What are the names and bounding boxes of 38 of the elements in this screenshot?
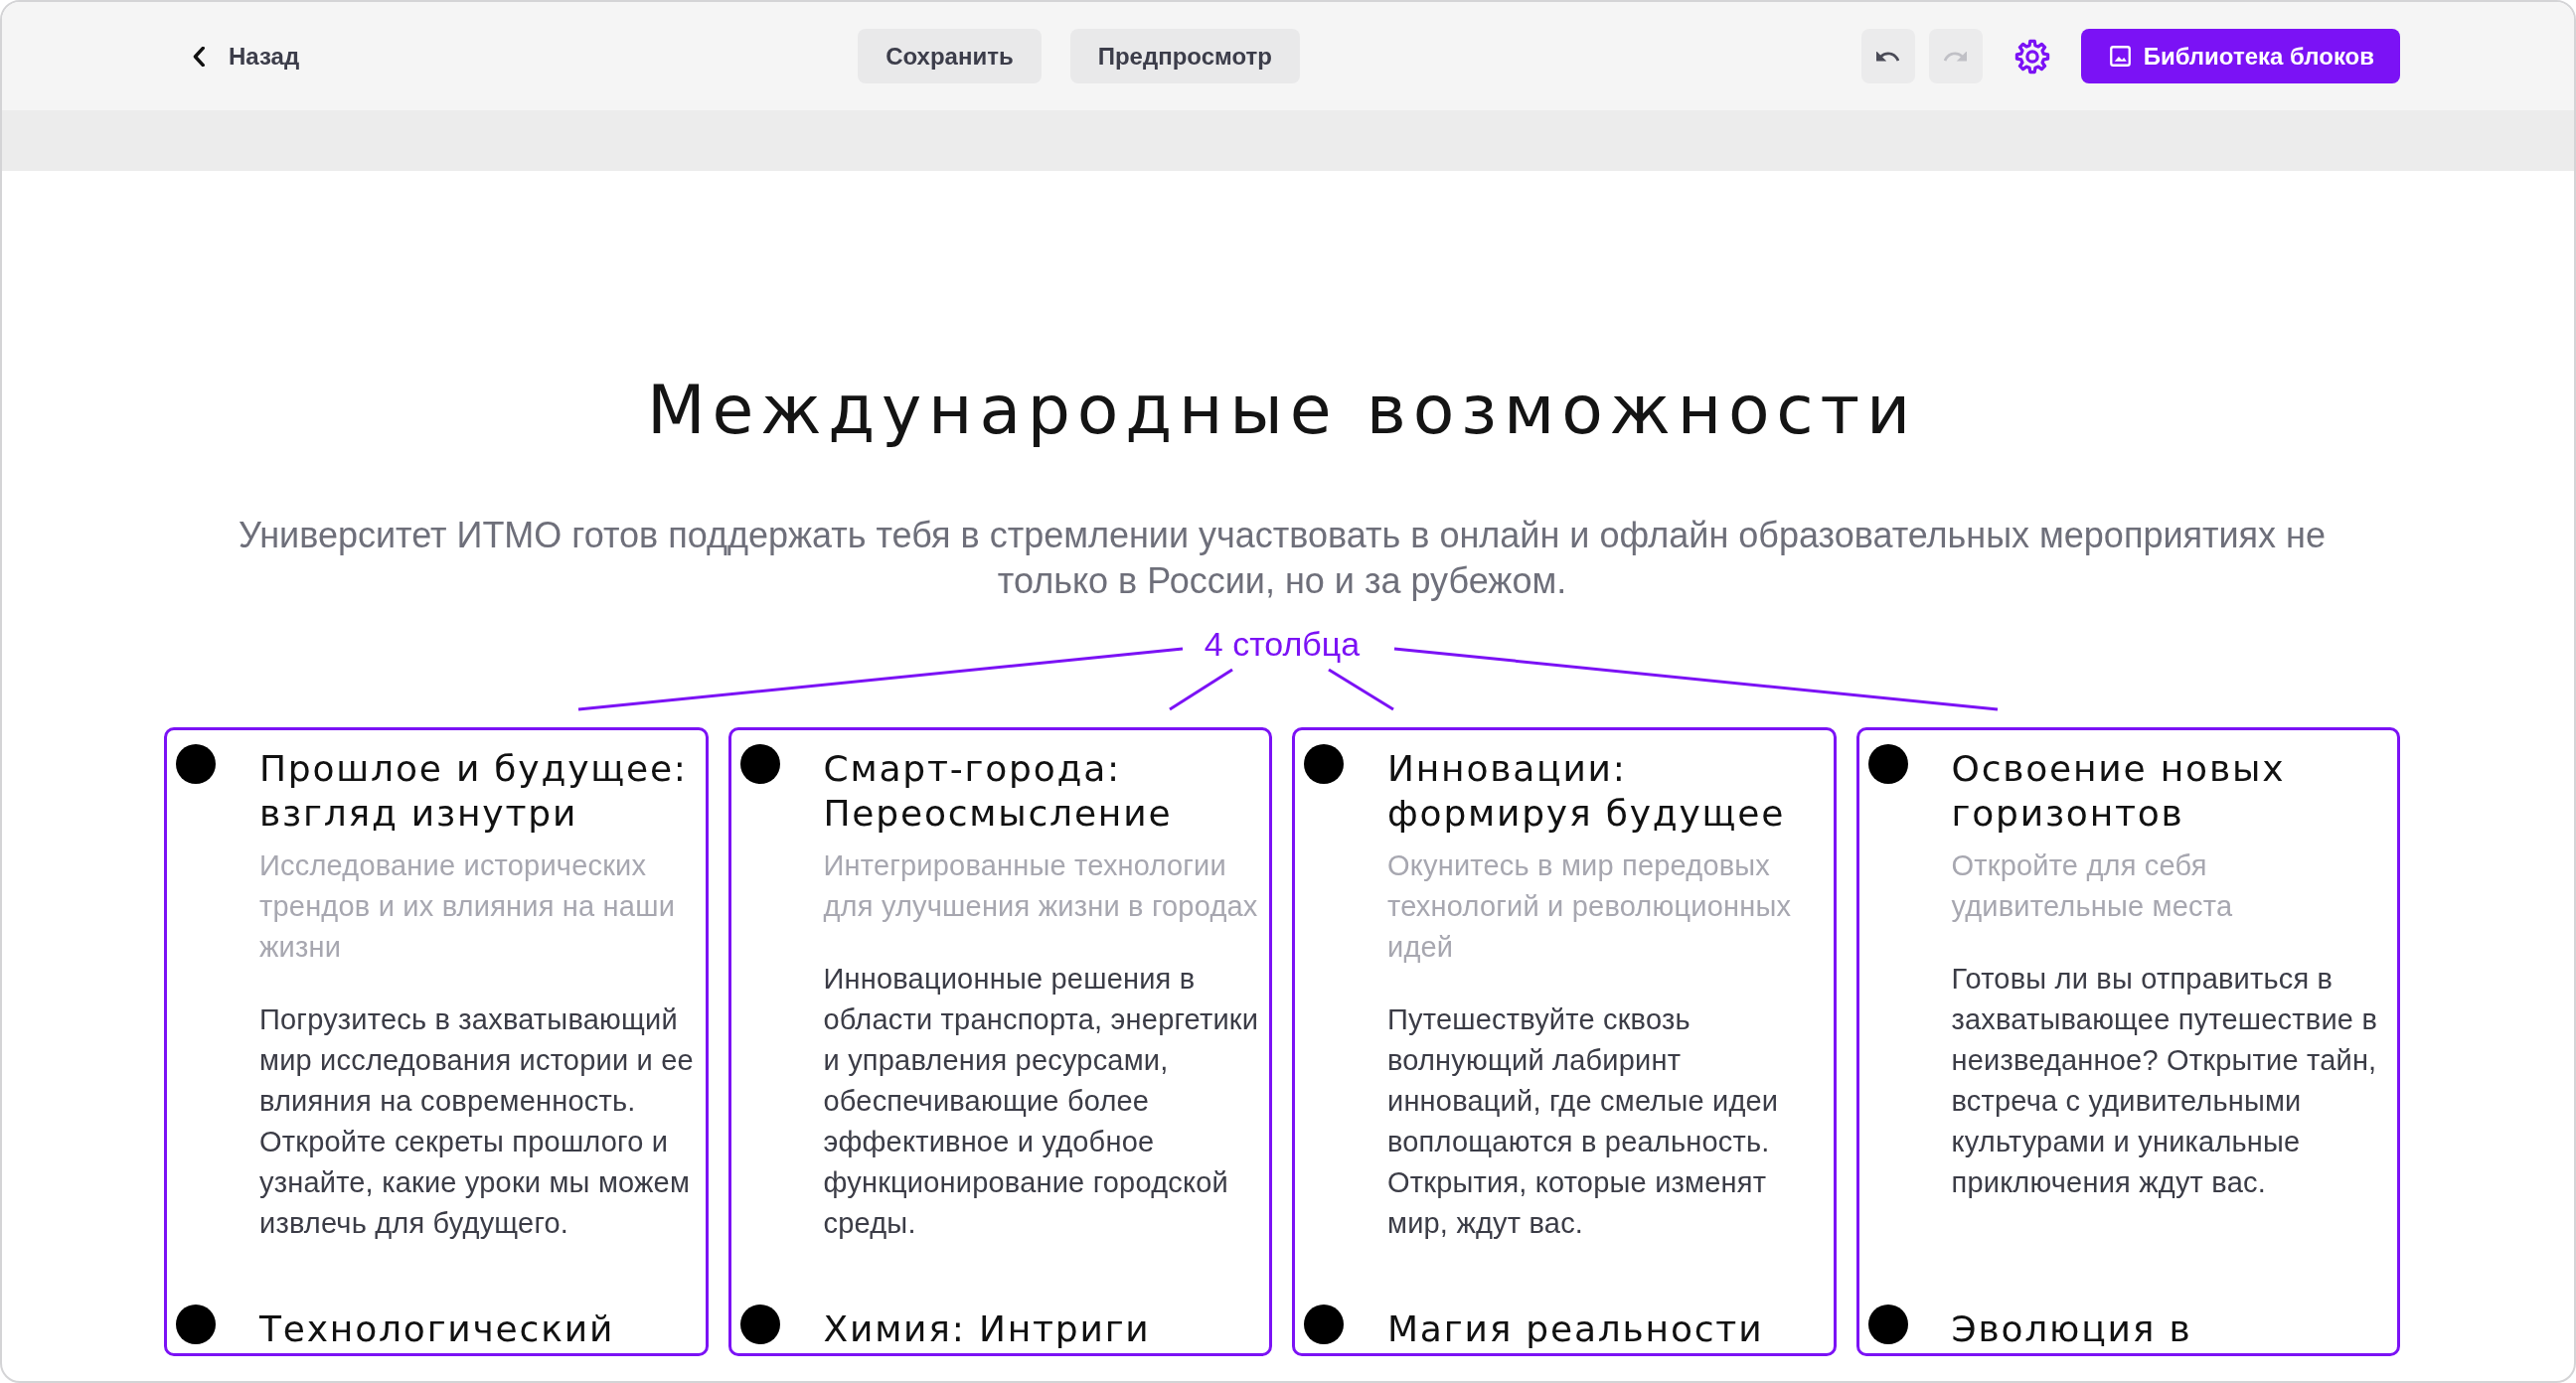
item-title: Освоение новых горизонтов — [1951, 747, 2287, 836]
item-text: Путешествуйте сквозь волнующий лабиринт инноваций, где смелые идеи воплощаются в реальность. Открытия, которые изменят мир, ждут вас. — [1387, 1002, 1780, 1241]
bullet-icon — [1867, 1305, 1908, 1344]
bullet-icon — [1304, 1305, 1344, 1344]
item-subtitle: Окунитесь в мир передовых технологий и революционных идей — [1387, 848, 1793, 965]
bullet-icon — [739, 1305, 780, 1344]
item-subtitle: Исследование исторических трендов и их влияния на наши жизни — [259, 848, 677, 965]
toolbar-button[interactable]: Предпросмотр — [1069, 29, 1300, 83]
item-title: Магия реальности — [1387, 1307, 1765, 1351]
item-subtitle: Откройте для себя удивительные места — [1951, 848, 2234, 924]
item-title: Эволюция в — [1951, 1307, 2193, 1351]
bullet-icon — [176, 1305, 216, 1344]
bullet-icon — [1867, 744, 1908, 784]
bullet-icon — [176, 744, 216, 784]
settings-icon — [2013, 38, 2050, 75]
redo-icon — [1944, 51, 1968, 62]
settings-button[interactable] — [2013, 38, 2050, 75]
back-link[interactable]: Назад — [193, 42, 300, 71]
annotation-label: 4 столбца — [1204, 624, 1361, 664]
item-text: Готовы ли вы отправиться в захватывающее путешествие в неизведанное? Открытие тайн, встреча с удивительными культурами и уникальные приключения ждут вас. — [1951, 962, 2378, 1200]
item-title: Технологический — [259, 1307, 616, 1351]
bullet-icon — [739, 744, 780, 784]
section-heading: Международные возможности — [646, 370, 1918, 451]
item-text: Инновационные решения в области транспорта, энергетики и управления ресурсами, обеспечивающие более эффективное и удобное функционирование городской среды. — [823, 962, 1260, 1241]
chevron-left-icon — [193, 46, 205, 67]
section-lead: Университет ИТМО готов поддержать тебя в стремлении участвовать в онлайн и офлайн образовательных мероприятиях не только в России, но и за рубежом. — [238, 514, 2327, 603]
item-text: Погрузитесь в захватывающий мир исследования истории и ее влияния на современность. Откройте секреты прошлого и узнайте, какие уроки мы можем извлечь для будущего. — [259, 1002, 695, 1241]
item-title: Химия: Интриги — [823, 1307, 1152, 1351]
item-title: Прошлое и будущее: взгляд изнутри — [259, 747, 689, 836]
item-subtitle: Интегрированные технологии для улучшения жизни в городах — [823, 848, 1259, 924]
library-button[interactable]: Библиотека блоков — [2080, 29, 2400, 83]
image-icon — [2109, 46, 2131, 67]
toolbar-button[interactable]: Сохранить — [858, 29, 1042, 83]
item-title: Смарт-города: Переосмысление — [823, 747, 1174, 836]
undo-icon — [1876, 51, 1900, 62]
undo-button[interactable] — [1860, 29, 1915, 83]
bullet-icon — [1304, 744, 1344, 784]
item-title: Инновации: формируя будущее — [1387, 747, 1787, 836]
